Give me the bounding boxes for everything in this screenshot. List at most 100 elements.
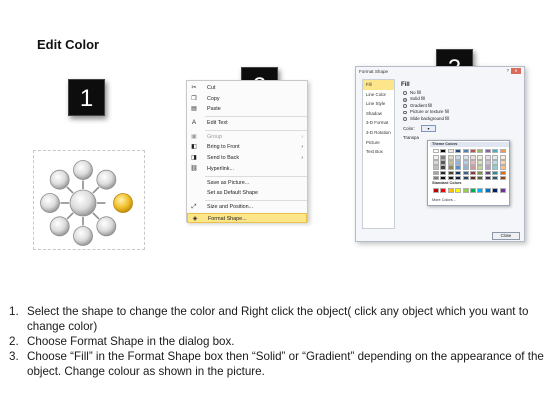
theme-color-swatch[interactable] bbox=[433, 148, 439, 154]
menu-item-set-as-default-shape[interactable]: Set as Default Shape bbox=[187, 188, 307, 199]
theme-color-swatch[interactable] bbox=[440, 148, 447, 154]
menu-item-send-to-back[interactable]: ◨ Send to Back › bbox=[187, 153, 307, 164]
theme-shade-swatch[interactable] bbox=[484, 175, 491, 181]
close-icon[interactable]: ✕ bbox=[511, 68, 521, 74]
theme-color-swatch[interactable] bbox=[447, 148, 454, 154]
theme-shade-swatch[interactable] bbox=[484, 155, 491, 160]
menu-item-group[interactable]: ▣ Group › bbox=[187, 132, 307, 143]
theme-shade-swatch[interactable] bbox=[470, 170, 476, 176]
radio-button[interactable] bbox=[403, 97, 407, 102]
center-circle[interactable] bbox=[69, 189, 97, 217]
nav-item-line-style[interactable]: Line Style bbox=[363, 99, 394, 109]
theme-shade-swatch[interactable] bbox=[470, 160, 476, 165]
theme-shade-swatch[interactable] bbox=[499, 160, 506, 165]
theme-shade-swatch[interactable] bbox=[462, 160, 469, 165]
nav-item-text-box[interactable]: Text Box bbox=[363, 147, 394, 157]
theme-shade-swatch[interactable] bbox=[462, 165, 469, 170]
theme-shade-swatch[interactable] bbox=[492, 175, 499, 181]
radio-button[interactable] bbox=[403, 116, 407, 121]
standard-color-swatch[interactable] bbox=[455, 188, 462, 193]
theme-shade-swatch[interactable] bbox=[440, 160, 447, 165]
theme-color-swatch[interactable] bbox=[484, 148, 491, 154]
theme-shade-swatch[interactable] bbox=[477, 155, 484, 160]
menu-item-edit-text[interactable]: A Edit Text bbox=[187, 118, 307, 129]
standard-color-swatch[interactable] bbox=[447, 188, 454, 193]
theme-shade-swatch[interactable] bbox=[499, 170, 506, 176]
standard-color-swatch[interactable] bbox=[470, 188, 476, 193]
theme-shade-swatch[interactable] bbox=[433, 155, 439, 160]
theme-shade-swatch[interactable] bbox=[462, 170, 469, 176]
theme-shade-swatch[interactable] bbox=[477, 170, 484, 176]
nav-item-3-d-format[interactable]: 3-D Format bbox=[363, 118, 394, 128]
help-icon[interactable]: ? bbox=[506, 68, 509, 73]
radio-button[interactable] bbox=[403, 104, 407, 108]
nav-item-shadow[interactable]: Shadow bbox=[363, 109, 394, 119]
theme-shade-swatch[interactable] bbox=[447, 175, 454, 181]
theme-shade-swatch[interactable] bbox=[433, 165, 439, 170]
radio-button[interactable] bbox=[403, 110, 407, 115]
theme-shade-swatch[interactable] bbox=[447, 155, 454, 160]
theme-shade-swatch[interactable] bbox=[433, 160, 439, 165]
theme-shade-swatch[interactable] bbox=[477, 175, 484, 181]
theme-shade-swatch[interactable] bbox=[484, 165, 491, 170]
standard-color-swatch[interactable] bbox=[440, 188, 447, 193]
standard-color-swatch[interactable] bbox=[477, 188, 484, 193]
theme-shade-swatch[interactable] bbox=[440, 175, 447, 181]
theme-shade-swatch[interactable] bbox=[477, 160, 484, 165]
theme-shade-swatch[interactable] bbox=[433, 175, 439, 181]
standard-color-swatch[interactable] bbox=[484, 188, 491, 193]
fill-option-slide-background-fill[interactable]: Slide background fill bbox=[399, 116, 521, 122]
theme-color-swatch[interactable] bbox=[462, 148, 469, 154]
menu-item-format-shape[interactable]: ◈ Format Shape... bbox=[187, 212, 307, 224]
standard-color-swatch[interactable] bbox=[499, 188, 506, 193]
selected-circle[interactable] bbox=[113, 193, 133, 213]
more-colors-link[interactable]: More Colors... bbox=[430, 197, 456, 203]
color-dropdown-button[interactable]: ▾ bbox=[421, 124, 436, 132]
outer-circle[interactable] bbox=[96, 169, 117, 190]
theme-shade-swatch[interactable] bbox=[433, 170, 439, 176]
standard-color-swatch[interactable] bbox=[433, 188, 439, 193]
nav-item-fill[interactable]: Fill bbox=[363, 80, 394, 90]
theme-shade-swatch[interactable] bbox=[447, 165, 454, 170]
theme-shade-swatch[interactable] bbox=[455, 170, 462, 176]
theme-shade-swatch[interactable] bbox=[484, 170, 491, 176]
outer-circle[interactable] bbox=[49, 216, 70, 237]
theme-shade-swatch[interactable] bbox=[455, 175, 462, 181]
theme-shade-swatch[interactable] bbox=[462, 155, 469, 160]
theme-shade-swatch[interactable] bbox=[470, 175, 476, 181]
theme-shade-swatch[interactable] bbox=[462, 175, 469, 181]
theme-color-swatch[interactable] bbox=[492, 148, 499, 154]
nav-item-3-d-rotation[interactable]: 3-D Rotation bbox=[363, 128, 394, 138]
nav-item-line-color[interactable]: Line Color bbox=[363, 90, 394, 100]
menu-item-copy[interactable]: ❐ Copy bbox=[187, 94, 307, 105]
theme-shade-swatch[interactable] bbox=[455, 165, 462, 170]
theme-color-swatch[interactable] bbox=[499, 148, 506, 154]
theme-shade-swatch[interactable] bbox=[455, 155, 462, 160]
outer-circle[interactable] bbox=[73, 160, 93, 180]
theme-shade-swatch[interactable] bbox=[492, 160, 499, 165]
theme-color-swatch[interactable] bbox=[455, 148, 462, 154]
theme-shade-swatch[interactable] bbox=[455, 160, 462, 165]
theme-shade-swatch[interactable] bbox=[499, 175, 506, 181]
theme-shade-swatch[interactable] bbox=[492, 165, 499, 170]
theme-shade-swatch[interactable] bbox=[440, 165, 447, 170]
theme-shade-swatch[interactable] bbox=[447, 160, 454, 165]
nav-item-picture[interactable]: Picture bbox=[363, 138, 394, 148]
theme-shade-swatch[interactable] bbox=[470, 165, 476, 170]
radio-button[interactable] bbox=[403, 91, 407, 96]
menu-item-size-and-position[interactable]: ⤢ Size and Position... bbox=[187, 202, 307, 213]
theme-shade-swatch[interactable] bbox=[499, 155, 506, 160]
menu-item-cut[interactable]: ✂ Cut bbox=[187, 83, 307, 94]
theme-color-swatch[interactable] bbox=[477, 148, 484, 154]
theme-shade-swatch[interactable] bbox=[492, 170, 499, 176]
outer-circle[interactable] bbox=[73, 226, 93, 246]
menu-item-save-as-picture[interactable]: Save as Picture... bbox=[187, 178, 307, 189]
theme-shade-swatch[interactable] bbox=[499, 165, 506, 170]
menu-item-hyperlink[interactable]: ⛓ Hyperlink... bbox=[187, 164, 307, 175]
outer-circle[interactable] bbox=[49, 169, 70, 190]
theme-shade-swatch[interactable] bbox=[440, 155, 447, 160]
standard-color-swatch[interactable] bbox=[492, 188, 499, 193]
outer-circle[interactable] bbox=[40, 193, 60, 213]
menu-item-bring-to-front[interactable]: ◧ Bring to Front › bbox=[187, 142, 307, 153]
theme-shade-swatch[interactable] bbox=[477, 165, 484, 170]
